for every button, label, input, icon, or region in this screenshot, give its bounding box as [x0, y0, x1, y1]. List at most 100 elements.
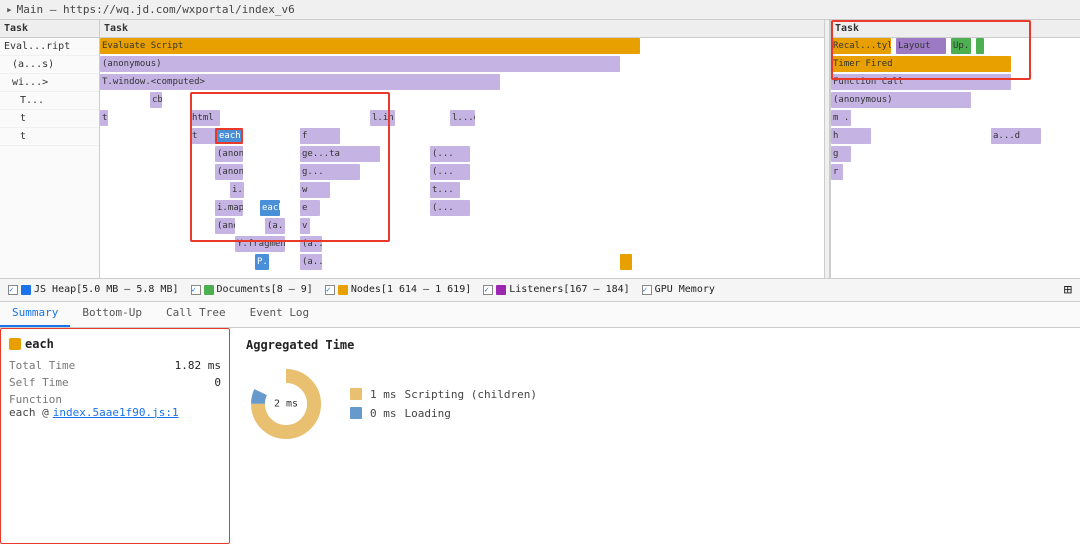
aggregated-title: Aggregated Time — [246, 338, 1064, 352]
documents-color — [204, 285, 214, 295]
tab-event-log[interactable]: Event Log — [238, 302, 322, 327]
left-row-a: (a...s) — [0, 56, 99, 74]
left-task-header: Task — [0, 20, 99, 38]
function-link[interactable]: index.5aae1f90.js:1 — [53, 406, 179, 419]
listeners-label: Listeners[167 – 184] — [509, 284, 629, 295]
right-flame-bar[interactable]: h — [831, 128, 871, 144]
flame-bar[interactable]: (a...) — [265, 218, 285, 234]
legend-scripting-color — [350, 388, 362, 400]
right-flame-bar[interactable]: a...d — [991, 128, 1041, 144]
function-badge — [9, 338, 21, 350]
right-flame-bar[interactable] — [976, 38, 984, 54]
metric-js-heap[interactable]: JS Heap[5.0 MB – 5.8 MB] — [8, 284, 179, 295]
listeners-checkbox[interactable] — [483, 285, 493, 295]
center-task-header: Task — [100, 20, 824, 38]
nodes-color — [338, 285, 348, 295]
flame-bar[interactable]: cb — [150, 92, 162, 108]
tab-call-tree[interactable]: Call Tree — [154, 302, 238, 327]
metric-listeners[interactable]: Listeners[167 – 184] — [483, 284, 629, 295]
flame-bar[interactable]: (anonymous) — [215, 218, 235, 234]
flame-bar[interactable]: P... — [255, 254, 269, 270]
function-name: each — [25, 337, 54, 351]
right-flame-bar[interactable]: r — [831, 164, 843, 180]
metric-gpu[interactable]: GPU Memory — [642, 284, 715, 295]
function-row: Function each @ index.5aae1f90.js:1 — [9, 393, 221, 419]
js-heap-checkbox[interactable] — [8, 285, 18, 295]
flame-section: Task Eval...ript (a...s) wi...> T... t t… — [0, 20, 1080, 278]
right-flame-bar[interactable]: Up...e — [951, 38, 971, 54]
flame-bar[interactable]: (... — [430, 200, 470, 216]
flame-bar[interactable]: (... — [430, 164, 470, 180]
documents-checkbox[interactable] — [191, 285, 201, 295]
right-flame-bar[interactable]: Recal...tyle — [831, 38, 891, 54]
flame-bar[interactable]: i.fn.<computed> — [230, 182, 244, 198]
right-flame-bar[interactable]: m . — [831, 110, 851, 126]
donut-label: 2 ms — [274, 398, 298, 409]
flame-bar[interactable]: (a...) — [300, 254, 322, 270]
right-flame-bar[interactable]: g — [831, 146, 851, 162]
flame-bar[interactable]: Y.fragment — [235, 236, 285, 252]
total-time-row: Total Time 1.82 ms — [9, 359, 221, 372]
flame-bar[interactable]: f — [300, 128, 340, 144]
tab-bottom-up[interactable]: Bottom-Up — [70, 302, 154, 327]
summary-content: each Total Time 1.82 ms Self Time 0 Func… — [0, 328, 1080, 544]
function-prefix: each @ — [9, 406, 49, 419]
legend-loading-color — [350, 407, 362, 419]
js-heap-color — [21, 285, 31, 295]
collapse-button[interactable]: ⊞ — [1064, 282, 1072, 298]
flame-bar[interactable]: (... — [430, 146, 470, 162]
function-row-label: Function — [9, 393, 62, 406]
flame-bar[interactable]: l...ow — [450, 110, 475, 126]
top-bar: ▸ Main — https://wq.jd.com/wxportal/inde… — [0, 0, 1080, 20]
flame-bar[interactable]: t... — [430, 182, 460, 198]
self-time-value: 0 — [214, 376, 221, 389]
nodes-checkbox[interactable] — [325, 285, 335, 295]
legend-loading-time: 0 ms — [370, 407, 397, 420]
flame-bar[interactable]: T.window.<computed> — [100, 74, 500, 90]
flame-bar[interactable]: (a...) — [300, 236, 322, 252]
summary-function-title: each — [9, 337, 221, 351]
left-row-t: T... — [0, 92, 99, 110]
legend-area: 1 ms Scripting (children) 0 ms Loading — [350, 388, 537, 420]
right-flame-bar[interactable]: Layout — [896, 38, 946, 54]
flame-bar[interactable]: (anonymous) — [215, 164, 243, 180]
flame-bar[interactable]: i.map — [215, 200, 243, 216]
flame-bar[interactable]: v — [300, 218, 310, 234]
flame-bar[interactable]: w — [300, 182, 330, 198]
right-panel: Task Recal...tyle Layout Up...e Timer Fired… — [830, 20, 1080, 278]
metric-nodes[interactable]: Nodes[1 614 – 1 619] — [325, 284, 471, 295]
flame-bar[interactable]: ge...ta — [300, 146, 380, 162]
gpu-checkbox[interactable] — [642, 285, 652, 295]
left-row-t3: t — [0, 128, 99, 146]
flame-bar[interactable]: each — [260, 200, 280, 216]
total-time-label: Total Time — [9, 359, 75, 372]
left-row-t2: t — [0, 110, 99, 128]
summary-right: Aggregated Time 2 ms — [230, 328, 1080, 544]
flame-bar[interactable]: (anonymous) — [215, 146, 243, 162]
right-flame-bar[interactable]: (anonymous) — [831, 92, 971, 108]
total-time-value: 1.82 ms — [175, 359, 221, 372]
js-heap-label: JS Heap[5.0 MB – 5.8 MB] — [34, 284, 179, 295]
right-flame-bar[interactable]: Function Call — [831, 74, 1011, 90]
metric-documents[interactable]: Documents[8 – 9] — [191, 284, 313, 295]
left-panel: Task Eval...ript (a...s) wi...> T... t t — [0, 20, 100, 278]
flame-bar[interactable]: html — [190, 110, 220, 126]
right-task-header: Task — [831, 20, 1080, 38]
legend-loading-label: Loading — [405, 407, 451, 420]
gpu-label: GPU Memory — [655, 284, 715, 295]
flame-bar[interactable]: t — [100, 110, 108, 126]
legend-scripting-time: 1 ms — [370, 388, 397, 401]
tab-summary[interactable]: Summary — [0, 302, 70, 327]
flame-bar[interactable]: e — [300, 200, 320, 216]
flame-bar[interactable] — [620, 254, 632, 270]
legend-scripting-label: Scripting (children) — [405, 388, 537, 401]
right-flame-bar[interactable]: Timer Fired — [831, 56, 1011, 72]
flame-bar[interactable]: l.in... — [370, 110, 395, 126]
main-icon: ▸ — [6, 3, 13, 16]
documents-label: Documents[8 – 9] — [217, 284, 313, 295]
flame-bar[interactable]: g... — [300, 164, 360, 180]
flame-bar[interactable]: Evaluate Script — [100, 38, 640, 54]
flame-bar[interactable]: (anonymous) — [100, 56, 620, 72]
flame-bar[interactable]: each — [215, 128, 243, 144]
bottom-panel: Summary Bottom-Up Call Tree Event Log ea… — [0, 302, 1080, 544]
